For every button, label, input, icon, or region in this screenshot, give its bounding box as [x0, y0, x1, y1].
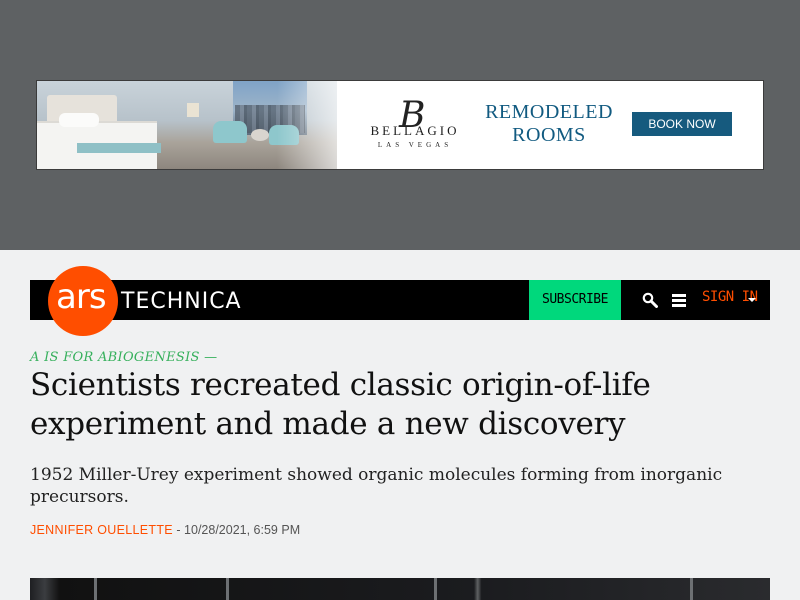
apparatus-rod [226, 578, 229, 600]
article-kicker: A IS FOR ABIOGENESIS — [30, 350, 218, 365]
logo-technica-text[interactable]: TECHNICA [121, 289, 242, 314]
bellagio-logo: B BELLAGIO LAS VEGAS [365, 95, 465, 155]
hamburger-menu-icon[interactable] [672, 294, 686, 307]
chevron-down-icon[interactable] [748, 298, 756, 302]
author-link[interactable]: JENNIFER OUELLETTE [30, 523, 173, 537]
logo-word: BELLAGIO [370, 123, 460, 138]
armchair [213, 121, 247, 143]
byline: JENNIFER OUELLETTE - 10/28/2021, 6:59 PM [30, 523, 300, 537]
ad-band: B BELLAGIO LAS VEGAS REMODELED ROOMS BOO… [0, 0, 800, 250]
ad-headline: REMODELED ROOMS [481, 101, 617, 147]
lamp [187, 103, 199, 117]
apparatus-rod [690, 578, 693, 600]
ars-logo[interactable]: ars [48, 266, 118, 336]
sign-in-link[interactable]: SIGN IN [702, 289, 758, 305]
search-icon[interactable] [642, 292, 658, 308]
article-title: Scientists recreated classic origin-of-l… [30, 367, 651, 442]
bed-throw [77, 143, 161, 153]
article-dek: 1952 Miller-Urey experiment showed organ… [30, 465, 723, 507]
publish-date: 10/28/2021, 6:59 PM [184, 523, 301, 537]
apparatus-rod [434, 578, 437, 600]
apparatus-rod [94, 578, 97, 600]
logo-ars-text: ars [56, 277, 107, 317]
hero-image [30, 578, 770, 600]
subscribe-button[interactable]: SUBSCRIBE [529, 280, 621, 320]
ad-headline-line2: ROOMS [512, 124, 586, 146]
book-now-button[interactable]: BOOK NOW [632, 112, 732, 136]
photo-fade [277, 81, 367, 169]
advertisement-banner[interactable]: B BELLAGIO LAS VEGAS REMODELED ROOMS BOO… [36, 80, 764, 170]
side-table [251, 129, 269, 141]
ad-headline-line1: REMODELED [485, 101, 613, 123]
byline-separator: - [172, 523, 185, 537]
logo-city: LAS VEGAS [377, 141, 453, 149]
pillow [59, 113, 99, 127]
